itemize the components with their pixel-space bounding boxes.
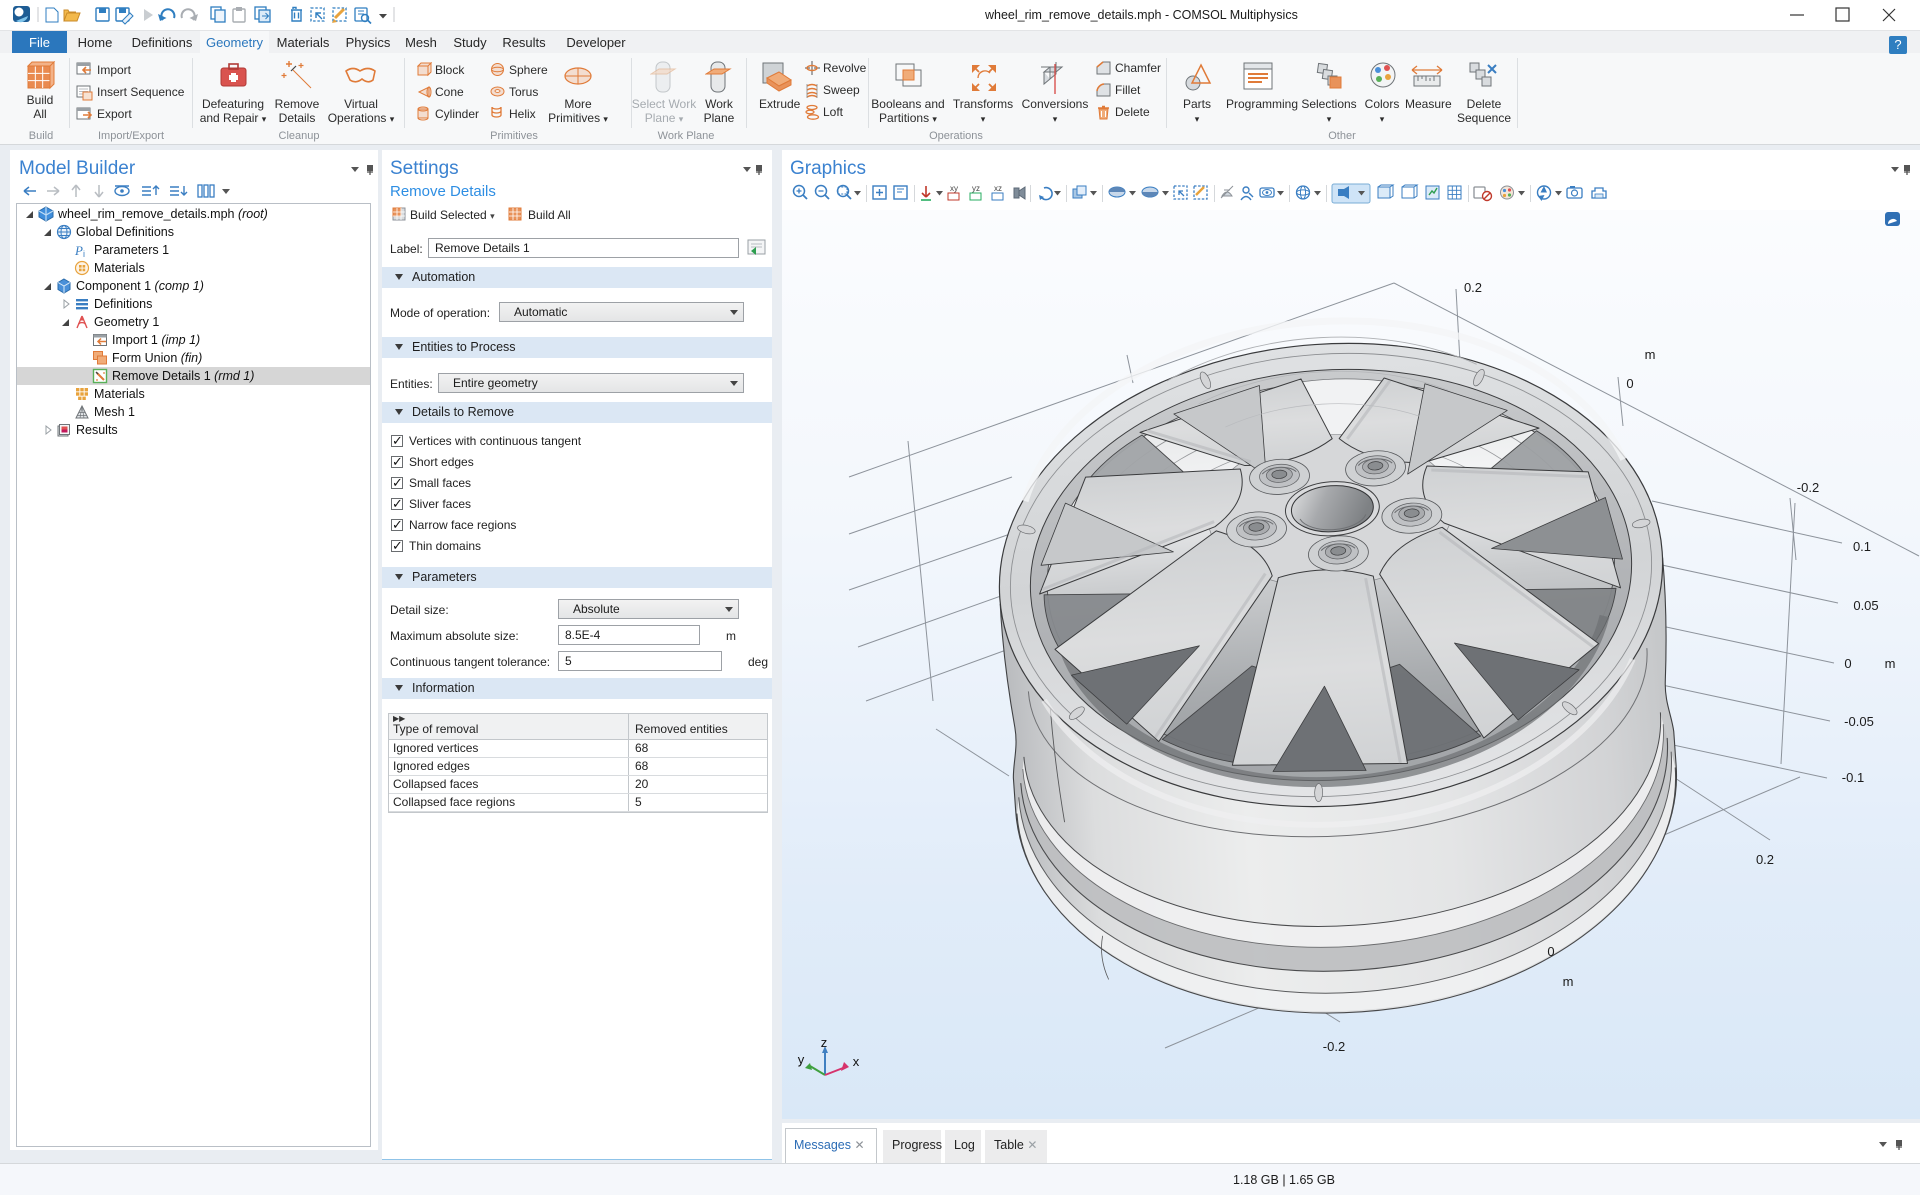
svg-text:0: 0 <box>1626 376 1633 391</box>
svg-text:0.05: 0.05 <box>1853 598 1878 613</box>
svg-text:P: P <box>74 243 83 258</box>
svg-text:i: i <box>83 249 85 259</box>
svg-text:0.2: 0.2 <box>1464 280 1482 295</box>
svg-text:0: 0 <box>1547 944 1554 959</box>
svg-text:-0.2: -0.2 <box>1323 1039 1345 1054</box>
svg-text:-0.1: -0.1 <box>1842 770 1864 785</box>
svg-text:m: m <box>1563 974 1574 989</box>
svg-text:m: m <box>1885 656 1896 671</box>
svg-text:m: m <box>1645 347 1656 362</box>
svg-text:0.1: 0.1 <box>1853 539 1871 554</box>
svg-text:-0.05: -0.05 <box>1844 714 1874 729</box>
svg-text:x: x <box>853 1054 860 1069</box>
svg-text:yz: yz <box>972 184 980 193</box>
svg-text:0: 0 <box>1844 656 1851 671</box>
svg-text:0.2: 0.2 <box>1756 852 1774 867</box>
svg-text:z: z <box>821 1035 828 1050</box>
svg-text:xy: xy <box>950 184 958 193</box>
svg-text:y: y <box>798 1052 805 1067</box>
svg-text:xz: xz <box>994 184 1002 193</box>
svg-text:-0.2: -0.2 <box>1797 480 1819 495</box>
